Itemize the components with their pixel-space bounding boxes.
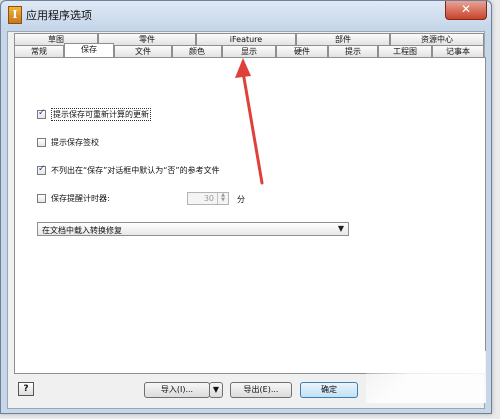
stepper-buttons[interactable]: ▲ ▼	[217, 193, 228, 204]
watermark-overlay	[366, 351, 486, 403]
tab-ifeature[interactable]: iFeature	[196, 33, 296, 45]
window-title: 应用程序选项	[26, 9, 92, 22]
checkbox-prompt-recompute[interactable]	[37, 108, 46, 119]
reminder-minutes-value: 30	[203, 194, 214, 203]
tab-general[interactable]: 常规	[14, 45, 64, 57]
tab-save[interactable]: 保存	[64, 43, 114, 57]
tab-prompts[interactable]: 提示	[328, 45, 378, 57]
title-bar[interactable]: I 应用程序选项 ✕	[1, 1, 491, 29]
translation-repair-value: 在文档中载入转换修复	[42, 226, 122, 235]
label-no-default-no: 不列出在“保存”对话框中默认为“否”的参考文件	[51, 165, 220, 175]
tab-content-center[interactable]: 资源中心	[390, 33, 484, 45]
tab-notebook[interactable]: 记事本	[432, 45, 484, 57]
stepper-down-icon[interactable]: ▼	[218, 198, 228, 203]
label-prompt-checkin: 提示保存签校	[51, 137, 99, 147]
option-prompt-recompute[interactable]: 提示保存可重新计算的更新	[37, 107, 151, 121]
checkbox-prompt-checkin[interactable]	[37, 137, 46, 147]
chevron-down-icon[interactable]: ▼	[338, 224, 344, 233]
checkbox-no-default-no[interactable]	[37, 164, 46, 175]
option-save-reminder[interactable]: 保存提醒计时器:	[37, 192, 110, 204]
tab-drawing[interactable]: 工程图	[378, 45, 432, 57]
help-button[interactable]: ?	[18, 382, 34, 396]
option-prompt-checkin[interactable]: 提示保存签校	[37, 136, 99, 148]
export-button[interactable]: 导出(E)...	[230, 382, 292, 398]
tab-assembly[interactable]: 部件	[296, 33, 390, 45]
import-menu-arrow-icon[interactable]: ▼	[209, 382, 223, 398]
label-prompt-recompute: 提示保存可重新计算的更新	[51, 107, 151, 121]
tab-file[interactable]: 文件	[114, 45, 172, 57]
tab-hardware[interactable]: 硬件	[276, 45, 328, 57]
import-button[interactable]: 导入(I)...	[144, 382, 210, 398]
ok-button[interactable]: 确定	[300, 382, 358, 398]
app-icon: I	[8, 6, 22, 24]
reminder-minutes-stepper[interactable]: 30 ▲ ▼	[187, 192, 229, 205]
close-button[interactable]: ✕	[445, 1, 487, 20]
save-tab-panel: 提示保存可重新计算的更新 提示保存签校 不列出在“保存”对话框中默认为“否”的参…	[14, 57, 486, 374]
tab-display[interactable]: 显示	[222, 45, 276, 57]
label-save-reminder: 保存提醒计时器:	[51, 193, 110, 203]
minutes-unit-label: 分	[237, 195, 245, 204]
checkbox-save-reminder[interactable]	[37, 193, 46, 203]
translation-repair-select[interactable]: 在文档中载入转换修复 ▼	[37, 222, 349, 236]
tab-colors[interactable]: 颜色	[172, 45, 222, 57]
option-no-default-no[interactable]: 不列出在“保存”对话框中默认为“否”的参考文件	[37, 164, 220, 176]
